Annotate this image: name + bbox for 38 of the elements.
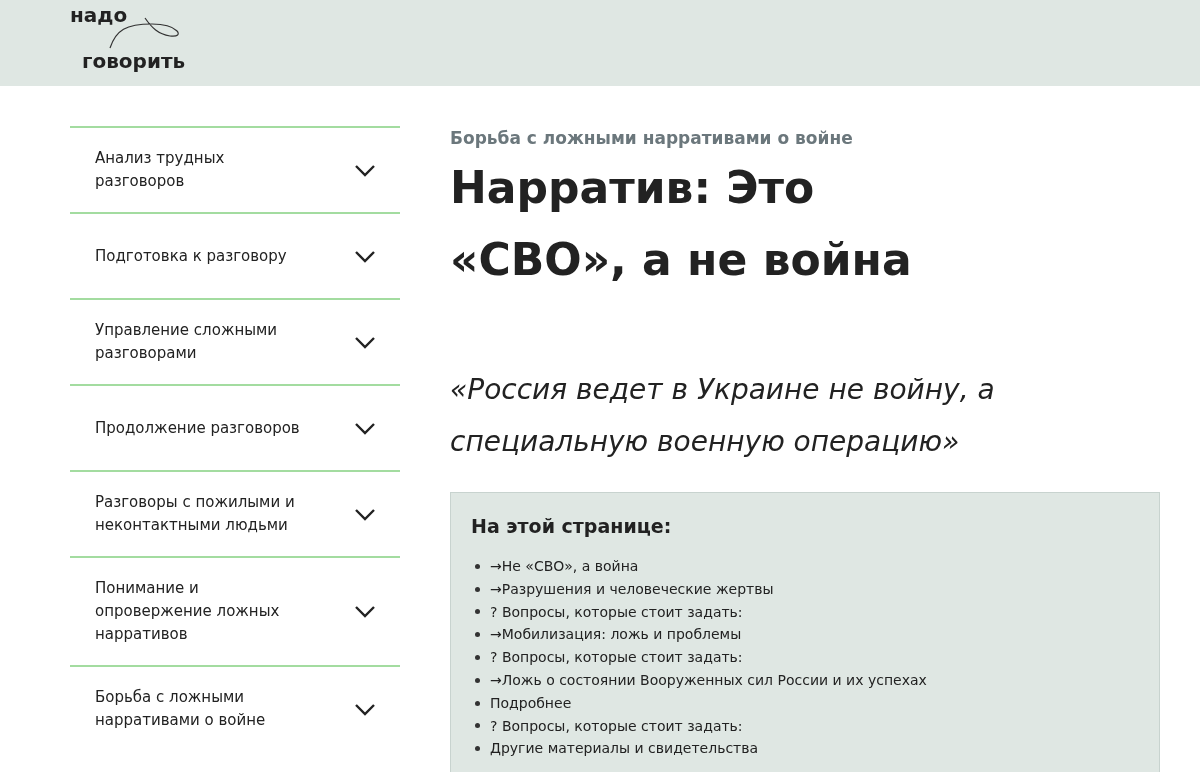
bullet-dot xyxy=(475,677,480,683)
bullet-dot xyxy=(475,723,480,729)
sidebar-item[interactable]: Управление сложными разговорами xyxy=(70,298,400,384)
chevron-icon xyxy=(354,421,376,435)
contents-link[interactable]: ? Вопросы, которые стоит задать: xyxy=(490,600,743,624)
contents-link[interactable]: →Разрушения и человеческие жертвы xyxy=(490,577,774,601)
bullet-dot xyxy=(475,563,480,569)
chevron-icon xyxy=(354,249,376,263)
chevron-icon xyxy=(354,507,376,521)
bullet-dot xyxy=(475,632,480,638)
bullet-dot xyxy=(475,586,480,592)
contents-link[interactable]: ? Вопросы, которые стоит задать: xyxy=(490,714,743,738)
breadcrumb[interactable]: Борьба с ложными нарративами о войне xyxy=(450,128,1160,148)
logo-text[interactable]: говорить xyxy=(82,48,186,74)
sidebar-item[interactable]: Понимание и опровержение ложных нарративов xyxy=(70,556,400,665)
contents-link[interactable]: Подробнее xyxy=(490,691,572,715)
bullet-dot xyxy=(475,609,480,615)
bullet-dot xyxy=(475,746,480,752)
sidebar-item[interactable]: Борьба с ложными нарративами о войне xyxy=(70,665,400,751)
sidebar-item[interactable]: Разговоры с пожилыми и неконтактными людьми xyxy=(70,470,400,556)
sidebar-item[interactable]: Продолжение разговоров xyxy=(70,384,400,470)
bullet-dot xyxy=(475,700,480,706)
bullet-dot xyxy=(475,655,480,661)
sidebar-item[interactable]: Анализ трудных разговоров xyxy=(70,126,400,212)
logo-text[interactable]: надо xyxy=(70,2,128,28)
quote-text: «Россия ведет в Украине не войну, а специальную военную операцию» xyxy=(450,372,996,460)
chevron-icon xyxy=(354,702,376,716)
contents-link[interactable]: →Мобилизация: ложь и проблемы xyxy=(490,623,742,647)
contents-link[interactable]: →Ложь о состоянии Вооруженных сил России и их успехах xyxy=(490,669,927,692)
contents-link[interactable]: Другие материалы и свидетельства xyxy=(490,737,759,761)
chevron-icon xyxy=(354,163,376,177)
sidebar-item[interactable]: Подготовка к разговору xyxy=(70,212,400,298)
contents-heading: На этой странице: xyxy=(471,515,673,537)
chevron-icon xyxy=(354,335,376,349)
contents-link[interactable]: →Не «СВО», а война xyxy=(490,555,639,578)
chevron-icon xyxy=(354,605,376,618)
contents-link[interactable]: ? Вопросы, которые стоит задать: xyxy=(490,646,743,669)
page-title: Нарратив: Это «СВО», а не война xyxy=(450,161,913,287)
